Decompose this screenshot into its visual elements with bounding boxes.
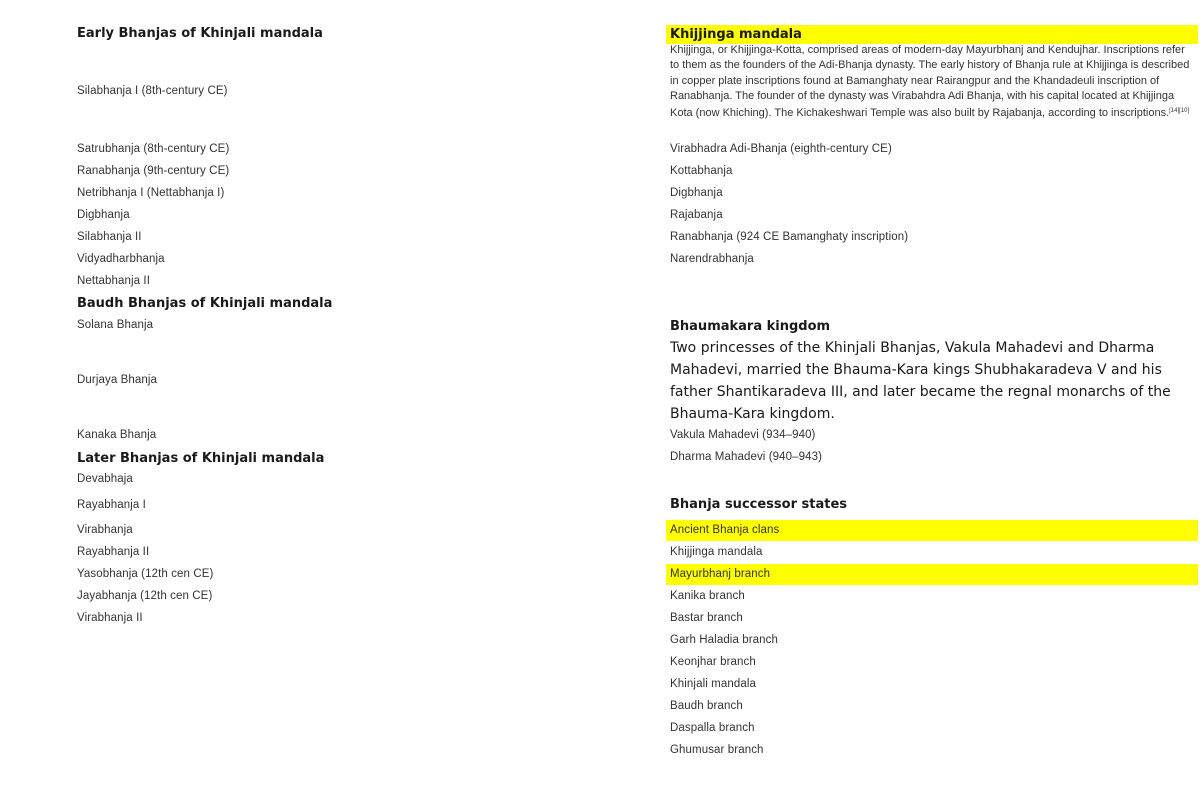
successor-states-heading: Bhanja successor states (670, 497, 848, 512)
list-item: Silabhanja II (77, 231, 142, 243)
list-item: Vakula Mahadevi (934–940) (670, 429, 816, 441)
early-bhanjas-heading: Early Bhanjas of Khinjali mandala (77, 26, 323, 41)
list-item: Daspalla branch (670, 722, 755, 734)
list-item: Rayabhanja I (77, 499, 146, 511)
list-item: Ranabhanja (924 CE Bamanghaty inscriptio… (670, 231, 909, 243)
list-item: Rayabhanja II (77, 546, 150, 558)
reference-marker[interactable]: [14][10] (1169, 108, 1189, 114)
list-item: Virabhanja (77, 524, 133, 536)
list-item: Baudh branch (670, 700, 743, 712)
bhaumakara-heading: Bhaumakara kingdom (670, 319, 831, 334)
baudh-bhanjas-heading: Baudh Bhanjas of Khinjali mandala (77, 296, 333, 311)
list-item: Satrubhanja (8th-century CE) (77, 143, 230, 155)
list-item: Khijjinga mandala (670, 546, 763, 558)
later-bhanjas-heading: Later Bhanjas of Khinjali mandala (77, 451, 325, 466)
list-item: Keonjhar branch (670, 656, 756, 668)
bhaumakara-paragraph: Two princesses of the Khinjali Bhanjas, … (670, 340, 1171, 422)
list-item: Jayabhanja (12th cen CE) (77, 590, 213, 602)
khijjinga-paragraph: Khijjinga, or Khijjinga-Kotta, comprised… (670, 44, 1190, 120)
list-item: Mayurbhanj branch (670, 568, 771, 580)
list-item: Digbhanja (670, 187, 723, 199)
list-item: Narendrabhanja (670, 253, 754, 265)
list-item: Garh Haladia branch (670, 634, 779, 646)
list-item: Vidyadharbhanja (77, 253, 165, 265)
list-item: Kottabhanja (670, 165, 733, 177)
list-item: Khinjali mandala (670, 678, 756, 690)
list-item: Kanika branch (670, 590, 745, 602)
list-item: Netribhanja I (Nettabhanja I) (77, 187, 225, 199)
list-item: Virabhadra Adi-Bhanja (eighth-century CE… (670, 143, 892, 155)
list-item: Ranabhanja (9th-century CE) (77, 165, 230, 177)
list-item: Durjaya Bhanja (77, 374, 158, 386)
list-item: Ancient Bhanja clans (670, 524, 780, 536)
list-item: Ghumusar branch (670, 744, 764, 756)
list-item: Bastar branch (670, 612, 743, 624)
list-item: Rajabanja (670, 209, 723, 221)
khijjinga-heading: Khijjinga mandala (670, 27, 802, 42)
list-item: Solana Bhanja (77, 319, 154, 331)
list-item: Kanaka Bhanja (77, 429, 157, 441)
list-item: Digbhanja (77, 209, 130, 221)
list-item: Silabhanja I (8th-century CE) (77, 85, 228, 97)
list-item: Nettabhanja II (77, 275, 151, 287)
list-item: Dharma Mahadevi (940–943) (670, 451, 823, 463)
list-item: Devabhaja (77, 473, 133, 485)
list-item: Virabhanja II (77, 612, 143, 624)
list-item: Yasobhanja (12th cen CE) (77, 568, 214, 580)
